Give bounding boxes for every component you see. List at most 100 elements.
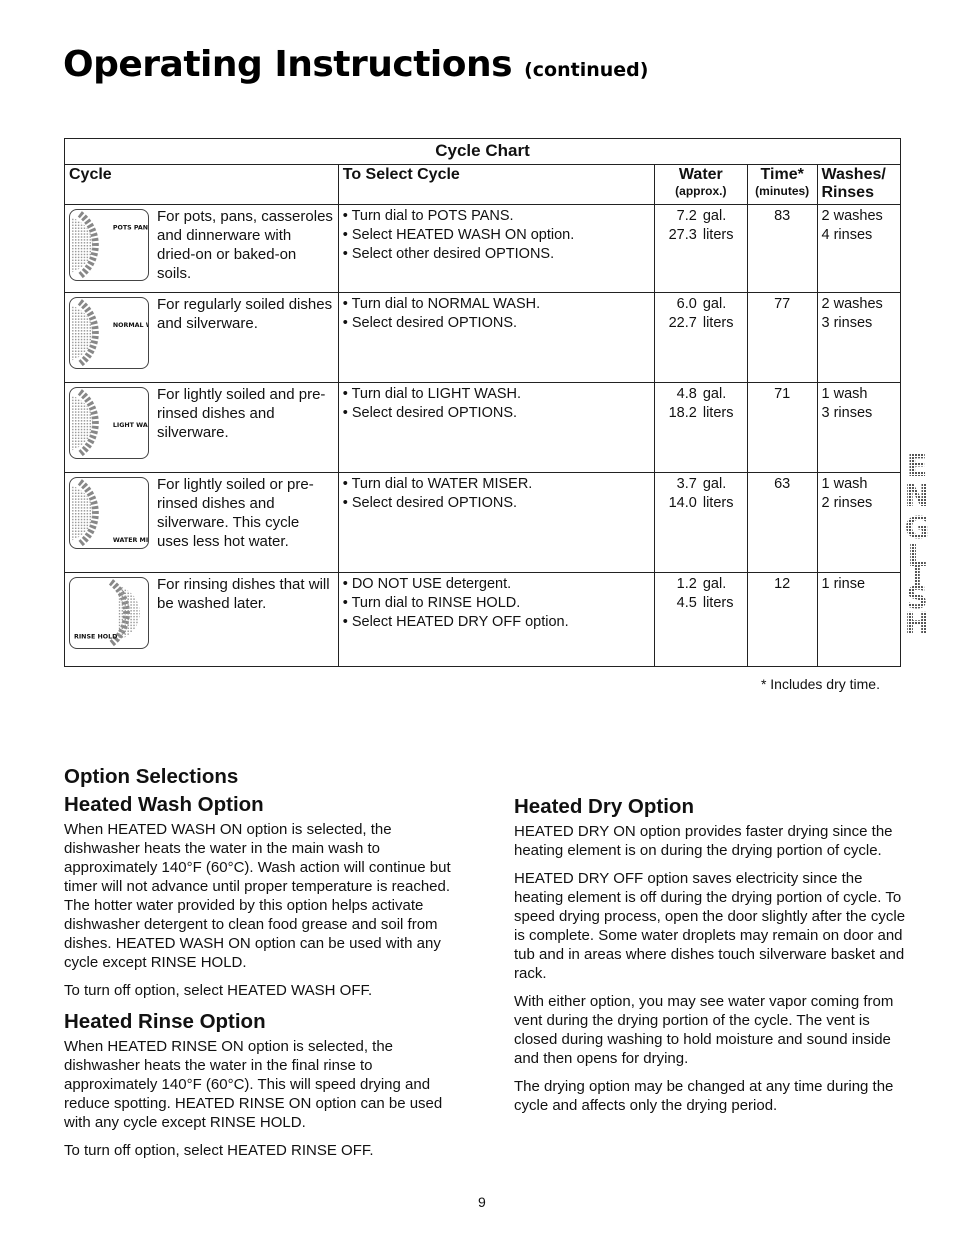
- time-minutes: 12: [746, 572, 818, 667]
- cycle-cell: RINSE HOLD For rinsing dishes that will …: [64, 572, 339, 667]
- water-cell: 1.2 gal. 4.5 liters: [653, 572, 748, 667]
- cycle-dial-icon: WATER MISER: [69, 477, 149, 549]
- cycle-description: For lightly soiled and pre-rinsed dishes…: [157, 386, 326, 441]
- rinses-count: 2 rinses: [821, 495, 873, 511]
- table-row: NORMAL WASH For regularly soiled dishes …: [64, 292, 901, 383]
- gallons-unit: gal.: [702, 576, 727, 592]
- cycle-step: • Select other desired OPTIONS.: [342, 246, 555, 262]
- water-gallons: 3.7: [676, 476, 697, 492]
- time-minutes: 77: [746, 292, 818, 383]
- rinses-count: 3 rinses: [821, 405, 873, 421]
- cycle-step: • Select HEATED WASH ON option.: [342, 227, 575, 243]
- liters-unit: liters: [702, 315, 734, 331]
- heated-dry-off-text: HEATED DRY OFF option saves electricity …: [514, 870, 906, 982]
- svg-text:LIGHT WASH: LIGHT WASH: [113, 422, 148, 429]
- cycle-dial-icon: NORMAL WASH: [69, 297, 149, 369]
- cycle-cell: POTS PANS For pots, pans, casseroles and…: [64, 204, 339, 293]
- cycle-step: • Select HEATED DRY OFF option.: [342, 614, 569, 630]
- cycle-step: • Select desired OPTIONS.: [342, 495, 518, 511]
- cycle-description: For regularly soiled dishes and silverwa…: [157, 296, 333, 332]
- header-time: Time* (minutes): [746, 164, 818, 205]
- options-left-column: Option Selections Heated Wash Option Whe…: [64, 764, 464, 1169]
- heated-rinse-off-text: To turn off option, select HEATED RINSE …: [64, 1142, 374, 1159]
- cycle-step: • Turn dial to NORMAL WASH.: [342, 296, 541, 312]
- header-washes-rinses: Washes/ Rinses: [816, 164, 901, 205]
- liters-unit: liters: [702, 495, 734, 511]
- heated-wash-title: Heated Wash Option: [64, 793, 264, 816]
- header-water: Water (approx.): [653, 164, 748, 205]
- english-side-tab-icon: E N G L I . S H: [904, 449, 929, 634]
- time-minutes: 71: [746, 382, 818, 473]
- svg-text:RINSE HOLD: RINSE HOLD: [74, 633, 117, 640]
- table-row: WATER MISER For lightly soiled or pre-ri…: [64, 472, 901, 573]
- washes-count: 2 washes: [821, 296, 883, 312]
- cycle-step: • Turn dial to WATER MISER.: [342, 476, 533, 492]
- svg-text:N: N: [904, 479, 929, 514]
- heated-dry-title: Heated Dry Option: [514, 795, 694, 818]
- option-selections-heading: Option Selections: [64, 765, 239, 788]
- cycle-dial-icon: LIGHT WASH: [69, 387, 149, 459]
- water-liters: 22.7: [668, 315, 697, 331]
- cycle-dial-icon: POTS PANS: [69, 209, 149, 281]
- water-cell: 7.2 gal. 27.3 liters: [653, 204, 748, 293]
- svg-text:WATER MISER: WATER MISER: [113, 537, 148, 544]
- rinses-count: 3 rinses: [821, 315, 873, 331]
- liters-unit: liters: [702, 227, 734, 243]
- svg-text:H: H: [904, 607, 929, 634]
- washes-rinses-cell: 2 washes 3 rinses: [816, 292, 901, 383]
- heated-rinse-text: When HEATED RINSE ON option is selected,…: [64, 1038, 443, 1131]
- footnote: * Includes dry time.: [760, 676, 880, 692]
- svg-text:POTS PANS: POTS PANS: [113, 224, 148, 231]
- heated-wash-off-text: To turn off option, select HEATED WASH O…: [64, 982, 373, 999]
- options-right-column: Heated Dry Option HEATED DRY ON option p…: [514, 794, 909, 1124]
- washes-rinses-cell: 1 wash 3 rinses: [816, 382, 901, 473]
- page-title-main: Operating Instructions: [63, 44, 513, 85]
- cycle-description: For rinsing dishes that will be washed l…: [157, 576, 330, 612]
- table-row: POTS PANS For pots, pans, casseroles and…: [64, 204, 901, 293]
- heated-wash-text: When HEATED WASH ON option is selected, …: [64, 821, 451, 971]
- cycle-step: • Turn dial to LIGHT WASH.: [342, 386, 522, 402]
- water-liters: 27.3: [668, 227, 697, 243]
- gallons-unit: gal.: [702, 208, 727, 224]
- gallons-unit: gal.: [702, 386, 727, 402]
- table-row: RINSE HOLD For rinsing dishes that will …: [64, 572, 901, 667]
- cycle-step: • Turn dial to POTS PANS.: [342, 208, 514, 224]
- heated-dry-change-text: The drying option may be changed at any …: [514, 1078, 894, 1114]
- gallons-unit: gal.: [702, 296, 727, 312]
- washes-rinses-cell: 2 washes 4 rinses: [816, 204, 901, 293]
- water-liters: 14.0: [668, 495, 697, 511]
- gallons-unit: gal.: [702, 476, 727, 492]
- cycle-cell: NORMAL WASH For regularly soiled dishes …: [64, 292, 339, 383]
- heated-dry-on-text: HEATED DRY ON option provides faster dry…: [514, 823, 893, 859]
- washes-rinses-cell: 1 rinse: [816, 572, 901, 667]
- time-minutes: 63: [746, 472, 818, 573]
- heated-rinse-title: Heated Rinse Option: [64, 1010, 266, 1033]
- cycle-step: • DO NOT USE detergent.: [342, 576, 512, 592]
- time-minutes: 83: [746, 204, 818, 293]
- water-cell: 6.0 gal. 22.7 liters: [653, 292, 748, 383]
- washes-rinses-cell: 1 wash 2 rinses: [816, 472, 901, 573]
- heated-dry-vapor-text: With either option, you may see water va…: [514, 993, 894, 1067]
- cycle-chart-table: Cycle Chart Cycle To Select Cycle Water(…: [64, 138, 901, 667]
- cycle-cell: WATER MISER For lightly soiled or pre-ri…: [64, 472, 339, 573]
- cycle-chart-caption: Cycle Chart: [64, 138, 901, 165]
- water-gallons: 4.8: [676, 386, 697, 402]
- water-liters: 4.5: [676, 595, 697, 611]
- select-cycle-steps: • Turn dial to WATER MISER. • Select desi…: [337, 472, 655, 573]
- water-gallons: 7.2: [676, 208, 697, 224]
- cycle-description: For lightly soiled or pre-rinsed dishes …: [157, 476, 314, 550]
- rinses-count: 4 rinses: [821, 227, 873, 243]
- washes-count: 2 washes: [821, 208, 883, 224]
- water-gallons: 1.2: [676, 576, 697, 592]
- cycle-dial-icon: RINSE HOLD: [69, 577, 149, 649]
- cycle-cell: LIGHT WASH For lightly soiled and pre-ri…: [64, 382, 339, 473]
- header-to-select: To Select Cycle: [337, 164, 655, 205]
- washes-count: 1 wash: [821, 386, 868, 402]
- header-cycle: Cycle: [64, 164, 339, 205]
- select-cycle-steps: • Turn dial to NORMAL WASH. • Select desi…: [337, 292, 655, 383]
- washes-count: 1 rinse: [821, 576, 866, 592]
- washes-count: 1 wash: [821, 476, 868, 492]
- water-cell: 4.8 gal. 18.2 liters: [653, 382, 748, 473]
- select-cycle-steps: • Turn dial to POTS PANS. • Select HEATED…: [337, 204, 655, 293]
- select-cycle-steps: • DO NOT USE detergent. • Turn dial to RI…: [337, 572, 655, 667]
